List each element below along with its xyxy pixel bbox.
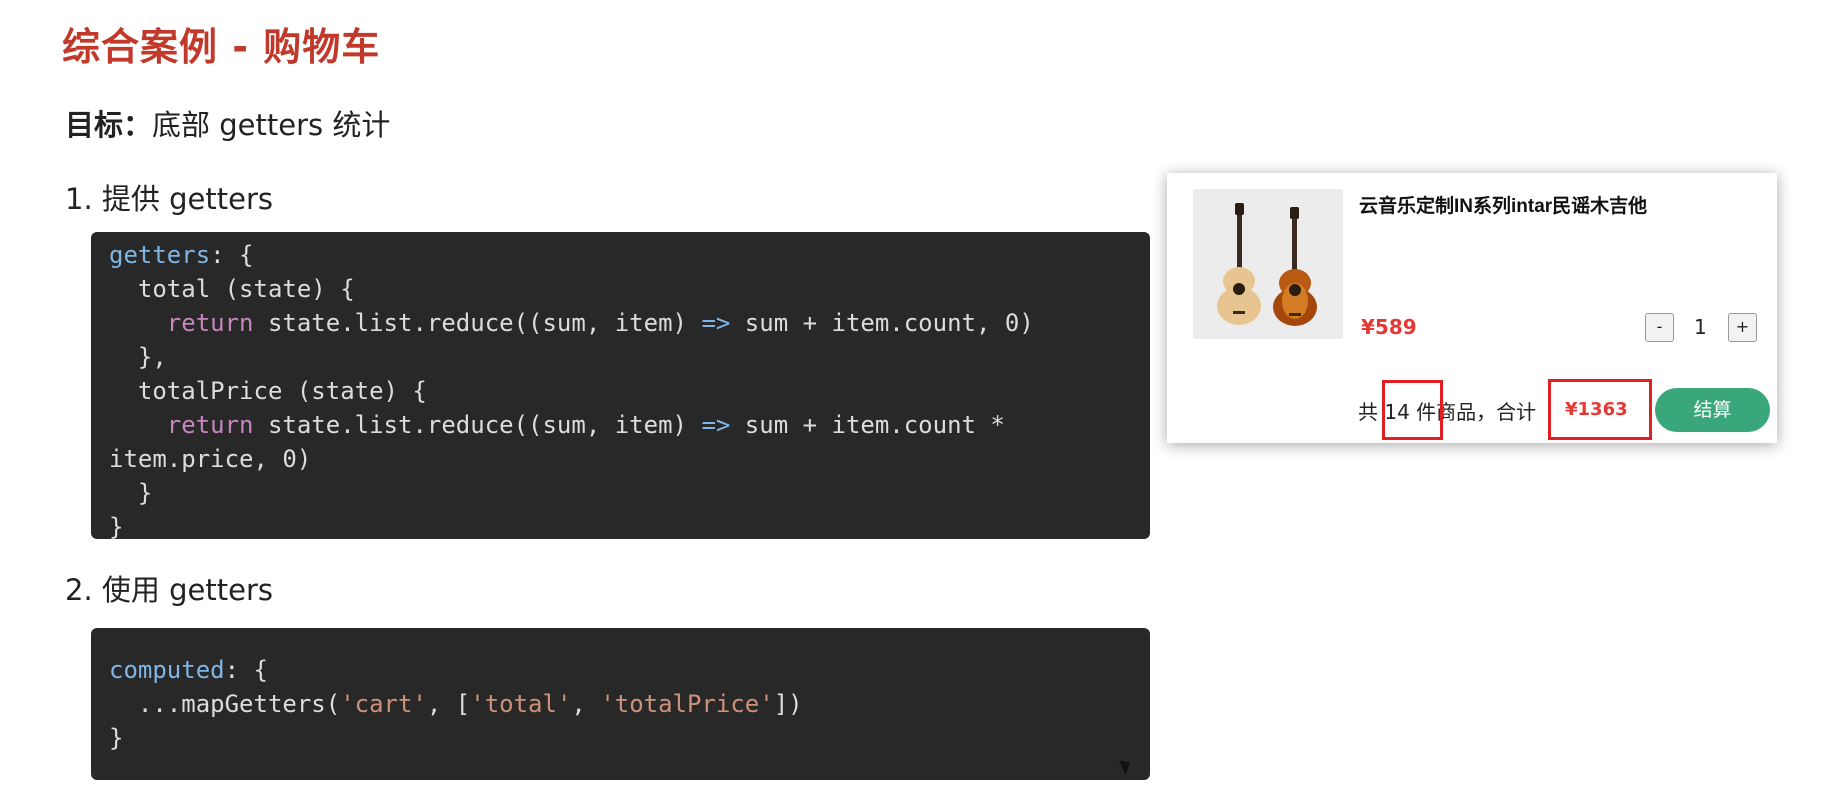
increment-button[interactable]: + — [1728, 313, 1757, 342]
goal-line: 目标：底部 getters 统计 — [65, 102, 390, 144]
code-string: 'totalPrice' — [600, 690, 774, 718]
code-token: ]) — [773, 690, 803, 718]
code-arrow: => — [701, 411, 731, 439]
code-token: state.list.reduce((sum, item) — [253, 309, 702, 337]
highlight-box-count — [1382, 380, 1443, 440]
step-1-heading: 1. 提供 getters — [65, 182, 273, 216]
code-string: 'cart' — [340, 690, 427, 718]
quantity-value: 1 — [1694, 315, 1707, 339]
code-token: : { — [224, 656, 268, 684]
code-string: 'total' — [470, 690, 572, 718]
cart-card: 云音乐定制IN系列intar民谣木吉他 ¥589 - 1 + 共 14 件商品，… — [1167, 173, 1777, 443]
code-arrow: => — [701, 309, 731, 337]
checkout-button[interactable]: 结算 — [1655, 388, 1770, 432]
code-token: ...mapGetters( — [109, 690, 341, 718]
goal-text: 底部 getters 统计 — [152, 108, 391, 142]
summary-prefix: 共 — [1358, 400, 1378, 424]
product-name: 云音乐定制IN系列intar民谣木吉他 — [1359, 196, 1648, 217]
step-2-heading: 2. 使用 getters — [65, 573, 273, 607]
code-keyword: return — [166, 411, 254, 439]
product-price: ¥589 — [1361, 315, 1417, 339]
code-line: item.price, 0) — [109, 445, 312, 473]
code-token: : { — [210, 241, 254, 269]
goal-label: 目标： — [65, 108, 153, 142]
code-token: , — [571, 690, 601, 718]
code-line: total (state) { — [109, 275, 355, 303]
guitar-icon — [1217, 203, 1317, 326]
highlight-box-price — [1548, 379, 1652, 440]
code-line: } — [109, 479, 153, 507]
code-token: , [ — [426, 690, 471, 718]
code-line: totalPrice (state) { — [109, 377, 427, 405]
code-token: getters — [109, 241, 211, 269]
product-image — [1193, 189, 1343, 339]
code-line: }, — [109, 343, 167, 371]
code-line: } — [109, 724, 124, 752]
code-token: sum + item.count, 0) — [730, 309, 1034, 337]
code-token: sum + item.count * — [730, 411, 1005, 439]
code-line: } — [109, 513, 124, 541]
code-block-getters: getters: { total (state) { return state.… — [91, 232, 1150, 541]
page-title: 综合案例 - 购物车 — [62, 25, 381, 69]
code-token: state.list.reduce((sum, item) — [253, 411, 702, 439]
code-token: computed — [109, 656, 225, 684]
code-keyword: return — [166, 309, 254, 337]
code-block-computed: computed: { ...mapGetters('cart', ['tota… — [91, 628, 1150, 780]
decrement-button[interactable]: - — [1645, 313, 1674, 342]
